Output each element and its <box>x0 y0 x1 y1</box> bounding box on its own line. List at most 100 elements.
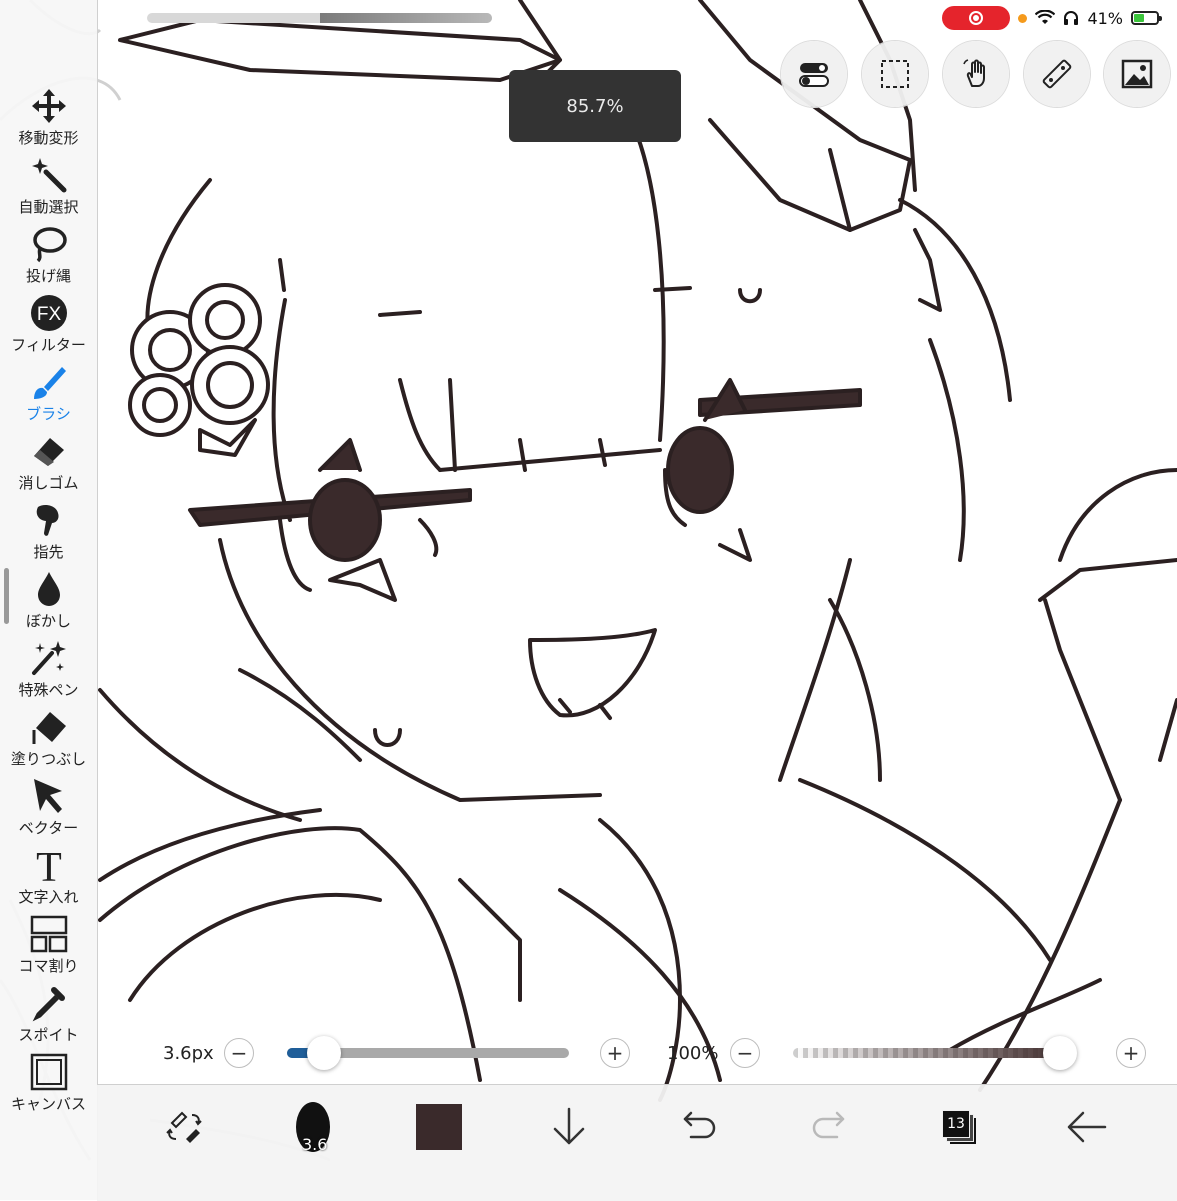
tool-label: フィルター <box>11 336 86 354</box>
arrow-left-icon <box>1067 1111 1107 1143</box>
redo-icon <box>812 1111 845 1139</box>
selection-button[interactable] <box>862 41 928 107</box>
tool-lasso[interactable]: 投げ縄 <box>0 224 97 292</box>
blur-drop-icon <box>37 572 60 606</box>
fill-bucket-icon <box>32 712 66 744</box>
settings-toggle-button[interactable] <box>781 41 847 107</box>
magic-wand-icon <box>31 158 66 193</box>
tool-vector[interactable]: ベクター <box>0 776 97 844</box>
zoom-level-badge: 85.7% <box>509 70 681 142</box>
ruler-button[interactable] <box>1024 41 1090 107</box>
pen-eraser-switch-icon <box>166 1111 202 1143</box>
arrow-down-icon <box>553 1107 585 1145</box>
tool-label: ブラシ <box>26 405 71 423</box>
canvas-icon <box>30 1053 67 1091</box>
layers-icon: 13 <box>942 1110 976 1144</box>
special-pen-icon <box>31 641 66 675</box>
tool-label: 移動変形 <box>18 129 79 147</box>
tool-label: ベクター <box>18 819 79 837</box>
ruler-icon <box>1042 59 1072 89</box>
tool-filter[interactable]: FX フィルター <box>0 293 97 361</box>
opacity-increase-button[interactable]: + <box>1116 1038 1146 1068</box>
eraser-icon <box>33 438 64 466</box>
bottom-toolbar: 3.6 13 <box>97 1084 1177 1201</box>
mic-indicator-dot <box>1018 13 1028 23</box>
back-button[interactable] <box>1057 1099 1117 1155</box>
undo-button[interactable] <box>669 1099 729 1155</box>
opacity-decrease-button[interactable]: − <box>730 1038 760 1068</box>
opacity-value: 100% <box>667 1043 719 1064</box>
finger-smudge-icon <box>36 505 59 536</box>
svg-text:T: T <box>36 845 62 885</box>
tool-eraser[interactable]: 消しゴム <box>0 431 97 499</box>
color-picker-button[interactable] <box>409 1099 469 1155</box>
gesture-button[interactable] <box>943 41 1009 107</box>
brush-size-preview-button[interactable]: 3.6 <box>283 1099 343 1155</box>
tool-label: スポイト <box>18 1026 79 1044</box>
brush-icon <box>33 367 66 399</box>
eyedropper-icon <box>32 987 65 1022</box>
svg-text:FX: FX <box>36 304 61 325</box>
tool-move-transform[interactable]: 移動変形 <box>0 86 97 154</box>
tool-label: 自動選択 <box>18 198 79 216</box>
zoom-level-text: 85.7% <box>566 95 624 117</box>
minus-icon: − <box>736 1041 754 1065</box>
drawing-canvas[interactable] <box>0 0 1177 1200</box>
current-color-swatch <box>416 1104 462 1150</box>
tool-label: 消しゴム <box>18 474 79 492</box>
plus-icon: + <box>606 1041 624 1065</box>
battery-percent: 41% <box>1087 8 1123 28</box>
minus-icon: − <box>230 1041 248 1065</box>
vector-arrow-icon <box>33 779 62 813</box>
opacity-slider-thumb[interactable] <box>1043 1036 1077 1070</box>
tool-brush[interactable]: ブラシ <box>0 362 97 430</box>
lasso-icon <box>32 227 67 263</box>
brush-tip-preview: 3.6 <box>296 1102 330 1154</box>
tool-finger[interactable]: 指先 <box>0 500 97 568</box>
tool-magic-wand[interactable]: 自動選択 <box>0 155 97 223</box>
gesture-hand-icon <box>963 59 985 87</box>
tool-blur[interactable]: ぼかし <box>0 569 97 637</box>
tool-special-pen[interactable]: 特殊ペン <box>0 638 97 706</box>
tool-label: 指先 <box>33 543 64 561</box>
size-slider-thumb[interactable] <box>306 1036 341 1070</box>
tool-canvas[interactable]: キャンバス <box>0 1052 97 1120</box>
tool-label: ぼかし <box>25 612 71 630</box>
size-increase-button[interactable]: + <box>600 1038 630 1068</box>
layers-button[interactable]: 13 <box>929 1099 989 1155</box>
text-icon: T <box>36 845 62 885</box>
plus-icon: + <box>1122 1041 1140 1065</box>
tool-fill[interactable]: 塗りつぶし <box>0 707 97 775</box>
brush-size-preview-label: 3.6 <box>302 1135 328 1154</box>
tool-sidebar: 移動変形 自動選択 投げ縄 FX フィルター ブラシ 消しゴム 指先 ぼかし 特… <box>0 0 98 1200</box>
brush-size-value: 3.6px <box>163 1043 214 1064</box>
status-bar: 41% <box>942 6 1162 30</box>
tool-text[interactable]: T 文字入れ <box>0 845 97 913</box>
tool-label: キャンバス <box>10 1095 86 1113</box>
layer-count: 13 <box>947 1116 965 1132</box>
selection-icon <box>881 60 909 88</box>
wifi-icon <box>1035 10 1056 24</box>
move-transform-icon <box>31 89 66 123</box>
tool-panel-split[interactable]: コマ割り <box>0 914 97 982</box>
tool-label: 特殊ペン <box>18 681 79 699</box>
swap-pen-eraser-button[interactable] <box>154 1099 214 1155</box>
opacity-slider[interactable] <box>793 1048 1075 1058</box>
tool-label: 塗りつぶし <box>10 750 87 768</box>
redo-button[interactable] <box>799 1099 859 1155</box>
battery-icon <box>1131 11 1162 25</box>
image-material-button[interactable] <box>1104 41 1170 107</box>
tool-eyedropper[interactable]: スポイト <box>0 983 97 1051</box>
toggle-settings-icon <box>799 63 829 87</box>
brush-sliders: 3.6px − + 100% − + <box>97 1036 1177 1072</box>
screen-recording-indicator[interactable] <box>942 6 1011 30</box>
line-art <box>0 0 1177 1162</box>
panel-split-icon <box>30 915 67 953</box>
tool-label: 文字入れ <box>18 888 79 906</box>
headphones-icon <box>1064 11 1079 25</box>
size-decrease-button[interactable]: − <box>224 1038 254 1068</box>
scroll-indicator <box>147 13 492 23</box>
fx-filter-icon: FX <box>30 295 67 331</box>
tool-property-button[interactable] <box>539 1099 599 1155</box>
tool-label: 投げ縄 <box>25 267 71 285</box>
